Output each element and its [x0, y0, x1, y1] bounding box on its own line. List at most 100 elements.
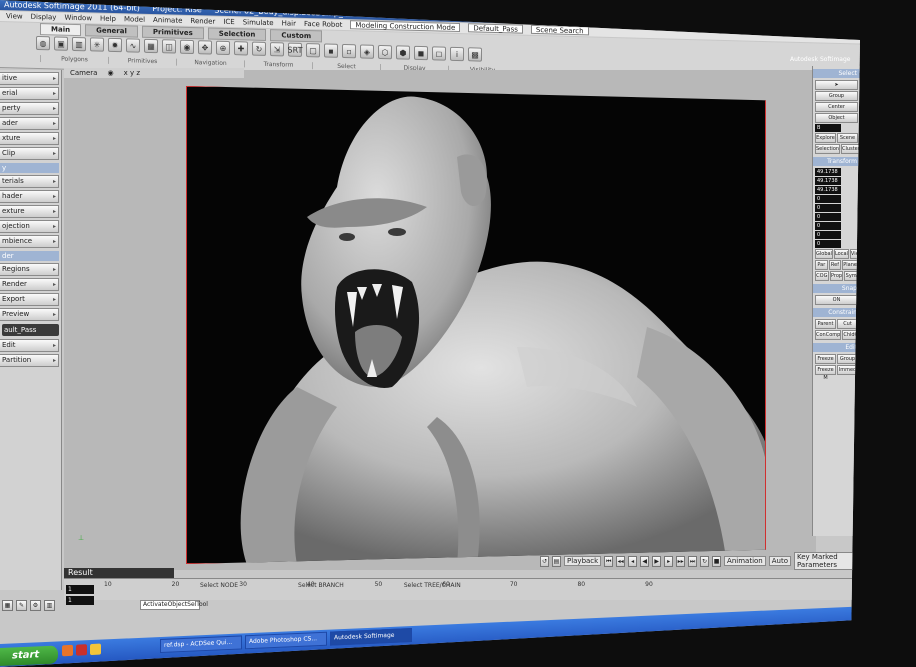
left-btn-export[interactable]: Export — [0, 293, 59, 306]
viewport-eye-icon[interactable]: ◉ — [107, 68, 113, 78]
menu-display[interactable]: Display — [31, 12, 57, 23]
freeze-button[interactable]: Freeze — [815, 354, 836, 364]
camera-menu[interactable]: Camera — [70, 68, 97, 78]
media-icon[interactable] — [76, 644, 87, 656]
info-icon[interactable]: i — [450, 46, 464, 62]
move-icon[interactable]: ✚ — [234, 41, 248, 56]
left-btn-regions[interactable]: Regions — [0, 263, 59, 276]
menu-help[interactable]: Help — [100, 14, 116, 24]
panel-icon[interactable]: ▥ — [44, 600, 55, 611]
tab-primitives[interactable]: Primitives — [141, 25, 204, 40]
ref-button[interactable]: Ref — [828, 260, 842, 270]
last-frame-icon[interactable]: ⏭ — [688, 555, 698, 567]
tab-main[interactable]: Main — [40, 23, 82, 37]
select-poly-icon[interactable]: ◈ — [360, 44, 374, 59]
group-edit-button[interactable]: Group — [837, 354, 858, 364]
command-line[interactable]: ActivateObjectSelTool — [140, 600, 208, 610]
sym-button[interactable]: Sym — [844, 271, 859, 281]
left-btn-ambience[interactable]: mbience — [0, 235, 59, 248]
next-key-icon[interactable]: ▸▸ — [676, 555, 686, 567]
task-acdsee[interactable]: ref.dsp - ACDSee Qui... — [160, 635, 242, 654]
concomp-button[interactable]: ConComp — [815, 330, 842, 340]
layout-icon[interactable]: ▦ — [2, 600, 13, 611]
local-button[interactable]: Local — [833, 249, 849, 259]
camera-nav-icon[interactable]: ◉ — [180, 39, 194, 55]
rotate-icon[interactable]: ↻ — [252, 41, 266, 56]
tab-selection[interactable]: Selection — [207, 27, 267, 41]
current-frame-field[interactable]: 1 — [66, 596, 94, 605]
null-icon[interactable]: ✳ — [90, 37, 104, 52]
scale-icon[interactable]: ⇲ — [270, 42, 284, 57]
translate-x-field[interactable]: 0 — [815, 222, 841, 230]
left-btn-preview[interactable]: Preview — [0, 308, 59, 321]
prop-button[interactable]: Prop — [829, 271, 844, 281]
animation-menu[interactable]: Animation — [724, 556, 766, 566]
3d-viewport[interactable] — [186, 86, 766, 564]
select-arrow-icon[interactable]: ➤ — [815, 80, 858, 90]
sphere-icon[interactable]: ◍ — [36, 35, 50, 51]
loop-toggle-icon[interactable]: ↻ — [700, 555, 710, 567]
scale-y-field[interactable]: 49.1738 — [815, 177, 841, 185]
left-btn-clip[interactable]: Clip — [0, 147, 59, 160]
curve-icon[interactable]: ∿ — [126, 38, 140, 53]
scene-button[interactable]: Scene — [837, 133, 858, 143]
menu-ice[interactable]: ICE — [223, 17, 234, 27]
task-photoshop[interactable]: Adobe Photoshop CS... — [245, 631, 327, 650]
object-button[interactable]: Object — [815, 113, 858, 123]
menu-render[interactable]: Render — [190, 16, 215, 27]
stop-icon[interactable]: ■ — [712, 555, 722, 567]
par-button[interactable]: Par — [815, 260, 828, 270]
start-button[interactable]: start — [0, 645, 58, 666]
tab-custom[interactable]: Custom — [270, 29, 323, 43]
hidden-icon[interactable]: ◻ — [432, 46, 446, 61]
rotate-z-field[interactable]: 0 — [815, 213, 841, 221]
selection-button[interactable]: Selection — [815, 144, 841, 154]
explore-button[interactable]: Explore — [815, 133, 836, 143]
firefox-icon[interactable] — [62, 644, 73, 657]
left-btn-shader[interactable]: ader — [0, 117, 59, 130]
textured-icon[interactable]: ◼ — [414, 45, 428, 61]
rotate-y-field[interactable]: 0 — [815, 204, 841, 212]
select-object-icon[interactable]: ▢ — [306, 43, 320, 58]
scale-z-field[interactable]: 49.1738 — [815, 186, 841, 194]
cut-button[interactable]: Cut — [837, 319, 858, 329]
grid-icon[interactable]: ▦ — [144, 38, 158, 54]
cube-icon[interactable]: ▣ — [54, 36, 68, 51]
center-button[interactable]: Center — [815, 102, 858, 112]
group-button[interactable]: Group — [815, 91, 858, 101]
select-point-icon[interactable]: ▪ — [324, 43, 338, 58]
visibility-grid-icon[interactable]: ▩ — [468, 47, 482, 62]
srt-icon[interactable]: SRT — [288, 42, 302, 57]
left-btn-texture2[interactable]: exture — [0, 205, 59, 218]
next-frame-icon[interactable]: ▸ — [664, 555, 674, 567]
shaded-icon[interactable]: ⬢ — [396, 45, 410, 60]
freeze-m-button[interactable]: Freeze M — [815, 365, 836, 381]
first-frame-icon[interactable]: ⏮ — [604, 555, 614, 567]
menu-window[interactable]: Window — [64, 13, 92, 24]
parent-button[interactable]: Parent — [815, 319, 836, 329]
wireframe-icon[interactable]: ⬡ — [378, 44, 392, 60]
zoom-icon[interactable]: ⊕ — [216, 40, 230, 56]
play-back-icon[interactable]: ◀ — [640, 555, 650, 567]
pass-select[interactable]: Default_Pass — [468, 23, 523, 34]
left-btn-material[interactable]: erial — [0, 87, 59, 100]
key-marked-params[interactable]: Key Marked Parameters — [794, 552, 860, 570]
menu-simulate[interactable]: Simulate — [243, 17, 274, 28]
auto-key-toggle[interactable]: Auto — [768, 556, 791, 566]
left-btn-primitive[interactable]: itive — [0, 72, 59, 85]
plane-button[interactable]: Plane — [842, 260, 858, 270]
construction-mode-select[interactable]: Modeling Construction Mode — [350, 20, 461, 33]
light-icon[interactable]: ✹ — [108, 37, 122, 53]
snap-on-button[interactable]: ON — [815, 295, 858, 305]
left-btn-render[interactable]: Render — [0, 278, 59, 291]
playback-menu-icon[interactable]: ▤ — [551, 555, 561, 567]
menu-view[interactable]: View — [6, 11, 23, 21]
task-softimage[interactable]: Autodesk Softimage — [330, 628, 412, 646]
explorer-icon[interactable] — [90, 643, 101, 656]
left-btn-edit[interactable]: Edit — [0, 339, 59, 352]
pan-icon[interactable]: ✥ — [198, 40, 212, 55]
rotate-x-field[interactable]: 0 — [815, 195, 841, 203]
loop-icon[interactable]: ↺ — [540, 555, 549, 567]
cylinder-icon[interactable]: ▥ — [72, 36, 86, 52]
menu-hair[interactable]: Hair — [282, 18, 296, 28]
